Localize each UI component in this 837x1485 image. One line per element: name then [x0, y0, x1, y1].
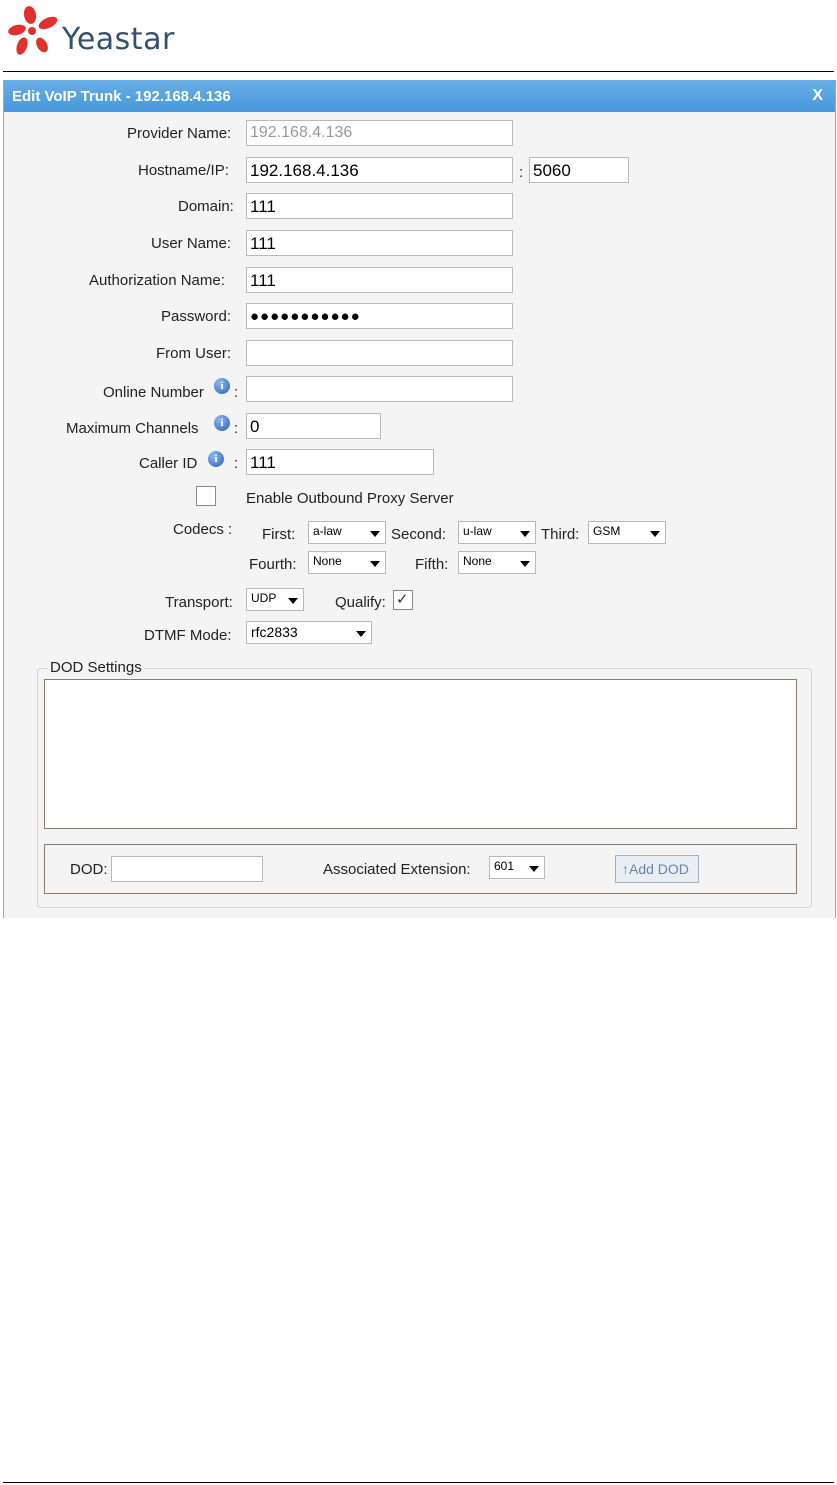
codec-third-select[interactable]: GSM [588, 521, 666, 544]
logo-text: Yeastar [62, 22, 175, 57]
dod-label: DOD: [70, 861, 108, 878]
info-icon[interactable]: i [214, 378, 230, 394]
codec-third-label: Third: [541, 526, 580, 543]
info-icon[interactable]: i [208, 451, 224, 467]
domain-field[interactable]: 111 [246, 193, 513, 219]
header-rule [3, 71, 834, 72]
dtmf-value: rfc2833 [251, 624, 298, 640]
associated-extension-select[interactable]: 601 [489, 856, 545, 879]
qualify-checkbox[interactable] [393, 590, 413, 610]
footer-rule [3, 1482, 834, 1483]
close-button[interactable]: X [812, 87, 823, 105]
dtmf-select[interactable]: rfc2833 [246, 621, 372, 644]
port-separator: : [519, 164, 524, 181]
caller-id-colon: : [234, 455, 239, 472]
hostname-label: Hostname/IP: [138, 162, 229, 179]
codec-fourth-label: Fourth: [249, 556, 297, 573]
chevron-down-icon [529, 866, 539, 872]
codec-first-value: a-law [313, 524, 342, 538]
codec-first-label: First: [262, 526, 296, 543]
from-user-label: From User: [156, 345, 231, 362]
codec-fifth-label: Fifth: [415, 556, 449, 573]
password-label: Password: [161, 308, 232, 325]
provider-name-field: 192.168.4.136 [246, 120, 513, 146]
max-channels-label: Maximum Channels [66, 420, 199, 437]
codec-second-select[interactable]: u-law [458, 521, 536, 544]
dod-settings-legend: DOD Settings [48, 659, 144, 676]
codec-fourth-select[interactable]: None [308, 551, 386, 574]
dialog-title: Edit VoIP Trunk - 192.168.4.136 [12, 88, 231, 105]
transport-value: UDP [251, 591, 277, 605]
password-field[interactable]: ●●●●●●●●●●● [246, 303, 513, 329]
codec-second-value: u-law [463, 524, 492, 538]
online-number-field[interactable] [246, 376, 513, 402]
qualify-label: Qualify: [335, 594, 386, 611]
chevron-down-icon [356, 631, 366, 637]
chevron-down-icon [288, 598, 298, 604]
dod-form: DOD: Associated Extension: 601 ↑Add DOD [44, 844, 797, 894]
associated-extension-label: Associated Extension: [323, 861, 471, 878]
codec-fourth-value: None [313, 554, 342, 568]
online-number-label: Online Number [103, 384, 204, 401]
auth-name-field[interactable]: 111 [246, 267, 513, 293]
dod-field[interactable] [111, 856, 263, 882]
chevron-down-icon [520, 561, 530, 567]
info-icon[interactable]: i [214, 415, 230, 431]
codec-second-label: Second: [391, 526, 447, 543]
max-channels-colon: : [234, 420, 239, 437]
associated-extension-value: 601 [494, 859, 515, 873]
chevron-down-icon [370, 561, 380, 567]
caller-id-field[interactable]: 111 [246, 449, 434, 475]
online-number-colon: : [234, 384, 239, 401]
hostname-field[interactable]: 192.168.4.136 [246, 157, 513, 183]
auth-name-label: Authorization Name: [89, 272, 225, 289]
codec-fifth-value: None [463, 554, 492, 568]
chevron-down-icon [650, 531, 660, 537]
user-name-field[interactable]: 111 [246, 230, 513, 256]
port-field[interactable]: 5060 [529, 157, 629, 183]
outbound-proxy-label: Enable Outbound Proxy Server [246, 490, 454, 507]
max-channels-field[interactable]: 0 [246, 413, 381, 439]
transport-label: Transport: [165, 594, 233, 611]
chevron-down-icon [520, 531, 530, 537]
dtmf-label: DTMF Mode: [144, 627, 232, 644]
add-dod-button[interactable]: ↑Add DOD [615, 855, 699, 883]
outbound-proxy-checkbox[interactable] [196, 486, 216, 506]
transport-select[interactable]: UDP [246, 588, 304, 611]
domain-label: Domain: [178, 198, 234, 215]
dialog-titlebar: Edit VoIP Trunk - 192.168.4.136 X [4, 80, 835, 112]
user-name-label: User Name: [151, 235, 232, 252]
codec-third-value: GSM [593, 524, 621, 538]
provider-name-label: Provider Name: [127, 125, 232, 142]
yeastar-logo: Yeastar [6, 0, 176, 64]
chevron-down-icon [370, 531, 380, 537]
codecs-label: Codecs : [173, 521, 233, 538]
codec-fifth-select[interactable]: None [458, 551, 536, 574]
dod-list [44, 679, 797, 829]
logo-mark-icon [8, 6, 58, 55]
codec-first-select[interactable]: a-law [308, 521, 386, 544]
from-user-field[interactable] [246, 340, 513, 366]
edit-voip-trunk-dialog: Edit VoIP Trunk - 192.168.4.136 X Provid… [3, 80, 836, 918]
caller-id-label: Caller ID [139, 455, 198, 472]
